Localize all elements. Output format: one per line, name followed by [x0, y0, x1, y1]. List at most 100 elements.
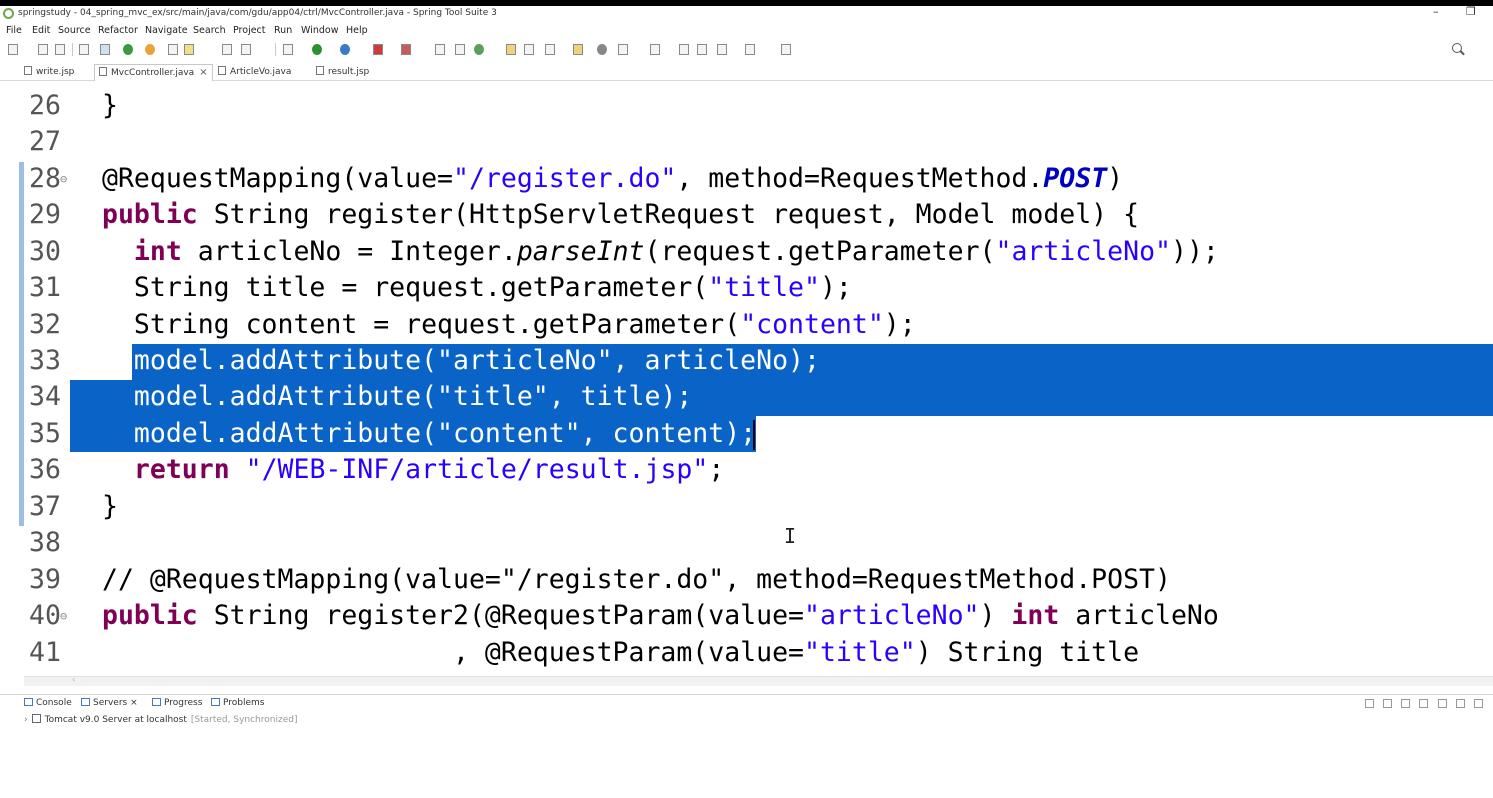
stop-icon[interactable]	[373, 44, 383, 55]
title-bar: springstudy - 04_spring_mvc_ex/src/main/…	[0, 0, 1493, 24]
code-line: 40 ⊖ public String register2(@RequestPar…	[0, 598, 1493, 634]
code-line: 26 }	[0, 88, 1493, 124]
doc-icon[interactable]	[241, 44, 251, 55]
highlight-icon[interactable]	[184, 44, 194, 55]
view-menu-icon[interactable]	[1474, 699, 1483, 708]
line-number: 27	[29, 126, 61, 157]
tab-label: ArticleVo.java	[230, 67, 292, 77]
tab-write-jsp[interactable]: write.jsp	[20, 64, 78, 81]
menu-project[interactable]: Project	[233, 25, 266, 36]
toolbar-separator	[72, 43, 73, 56]
terminal-icon[interactable]	[79, 44, 89, 55]
globe-icon[interactable]	[597, 44, 607, 55]
close-icon[interactable]: ×	[199, 67, 207, 78]
open-resource-icon[interactable]	[524, 44, 534, 55]
list-icon[interactable]	[222, 44, 232, 55]
debug-server-icon[interactable]	[1383, 699, 1393, 708]
code-text: public String register(HttpServletReques…	[102, 199, 1140, 230]
stop-server-icon[interactable]	[1437, 699, 1447, 708]
save-icon[interactable]	[38, 44, 48, 55]
line-number: 37	[29, 491, 61, 522]
last-edit-icon[interactable]	[679, 44, 689, 55]
open-folder-icon[interactable]	[573, 44, 583, 55]
tab-servers[interactable]: Servers ×	[81, 698, 138, 708]
code-line: 28 ⊖ @RequestMapping(value="/register.do…	[0, 161, 1493, 197]
menu-source[interactable]: Source	[58, 25, 91, 36]
external-tools-icon[interactable]	[401, 44, 411, 55]
run-server-icon[interactable]	[123, 44, 133, 55]
annotation-icon[interactable]	[545, 44, 555, 55]
tab-progress[interactable]: Progress	[152, 698, 202, 708]
code-editor[interactable]: 26 } 27 28 ⊖ @RequestMapping(value="/reg…	[0, 82, 1493, 676]
line-number: 34	[29, 381, 61, 412]
tab-mvccontroller-java[interactable]: MvcController.java ×	[94, 64, 213, 81]
progress-icon	[152, 698, 161, 706]
new-package-icon[interactable]	[435, 44, 445, 55]
close-icon[interactable]: ×	[130, 698, 138, 708]
run-icon[interactable]	[312, 44, 322, 55]
horizontal-scrollbar[interactable]: ‹	[24, 675, 1493, 686]
code-line: 38	[0, 525, 1493, 561]
forward-icon[interactable]	[717, 44, 727, 55]
line-number: 35	[29, 418, 61, 449]
next-annotation-icon[interactable]	[618, 44, 628, 55]
menu-refactor[interactable]: Refactor	[98, 25, 138, 36]
new-class-icon[interactable]	[455, 44, 465, 55]
bottom-panel: Console Servers × Progress Problems › Tom…	[0, 694, 1493, 798]
line-number: 32	[29, 309, 61, 340]
tab-label: Servers	[93, 698, 128, 708]
line-number: 36	[29, 454, 61, 485]
tab-problems[interactable]: Problems	[211, 698, 264, 708]
code-line-selected: 35 model.addAttribute("content", content…	[0, 416, 1493, 452]
search-icon[interactable]	[1452, 43, 1462, 53]
debug-icon[interactable]	[283, 44, 293, 55]
open-type-icon[interactable]	[506, 44, 516, 55]
new-file-icon[interactable]	[8, 44, 18, 55]
fold-toggle-icon[interactable]: ⊖	[60, 161, 67, 197]
line-number: 30	[29, 236, 61, 267]
menu-run[interactable]: Run	[274, 25, 292, 36]
tab-result-jsp[interactable]: result.jsp	[312, 64, 373, 81]
new-icon[interactable]	[474, 44, 484, 55]
restore-icon[interactable]: ❐	[1466, 5, 1476, 18]
minimize-icon[interactable]: –	[1433, 5, 1439, 18]
open-perspective-icon[interactable]	[781, 44, 791, 55]
collapse-icon[interactable]	[1364, 699, 1374, 708]
coverage-icon[interactable]	[340, 44, 350, 55]
pin-icon[interactable]	[168, 44, 178, 55]
code-line: 29 public String register(HttpServletReq…	[0, 197, 1493, 233]
menu-navigate[interactable]: Navigate	[145, 25, 188, 36]
menu-help[interactable]: Help	[346, 25, 368, 36]
toggle-icon[interactable]	[100, 44, 110, 55]
line-number: 33	[29, 345, 61, 376]
servers-icon	[81, 698, 90, 706]
code-text: model.addAttribute("title", title);	[102, 381, 693, 412]
menu-file[interactable]: File	[6, 25, 22, 36]
code-text: @RequestMapping(value="/register.do", me…	[102, 163, 1124, 194]
scroll-left-icon[interactable]: ‹	[72, 675, 75, 684]
refresh-icon[interactable]	[145, 44, 155, 55]
code-line: 30 int articleNo = Integer.parseInt(requ…	[0, 234, 1493, 270]
profile-server-icon[interactable]	[1419, 699, 1429, 708]
tab-console[interactable]: Console	[24, 698, 72, 708]
server-row[interactable]: › Tomcat v9.0 Server at localhost [Started…	[24, 714, 297, 725]
tab-label: Console	[36, 698, 72, 708]
menu-search[interactable]: Search	[193, 25, 226, 36]
code-line: 39 // @RequestMapping(value="/register.d…	[0, 562, 1493, 598]
expand-icon[interactable]: ›	[24, 715, 28, 725]
line-number: 29	[29, 199, 61, 230]
code-text: model.addAttribute("content", content);	[102, 418, 757, 449]
menu-edit[interactable]: Edit	[32, 25, 50, 36]
code-text: }	[102, 90, 118, 121]
start-server-icon[interactable]	[1401, 699, 1411, 708]
back-icon[interactable]	[697, 44, 707, 55]
fold-toggle-icon[interactable]: ⊖	[60, 598, 67, 634]
publish-icon[interactable]	[1455, 699, 1465, 708]
tab-articlevo-java[interactable]: ArticleVo.java	[214, 64, 295, 81]
save-all-icon[interactable]	[55, 44, 65, 55]
menu-window[interactable]: Window	[301, 25, 338, 36]
forward-disabled-icon[interactable]	[745, 44, 755, 55]
prev-annotation-icon[interactable]	[650, 44, 660, 55]
editor-tab-bar: write.jsp MvcController.java × ArticleVo.…	[0, 62, 1493, 81]
tab-label: Problems	[223, 698, 265, 708]
